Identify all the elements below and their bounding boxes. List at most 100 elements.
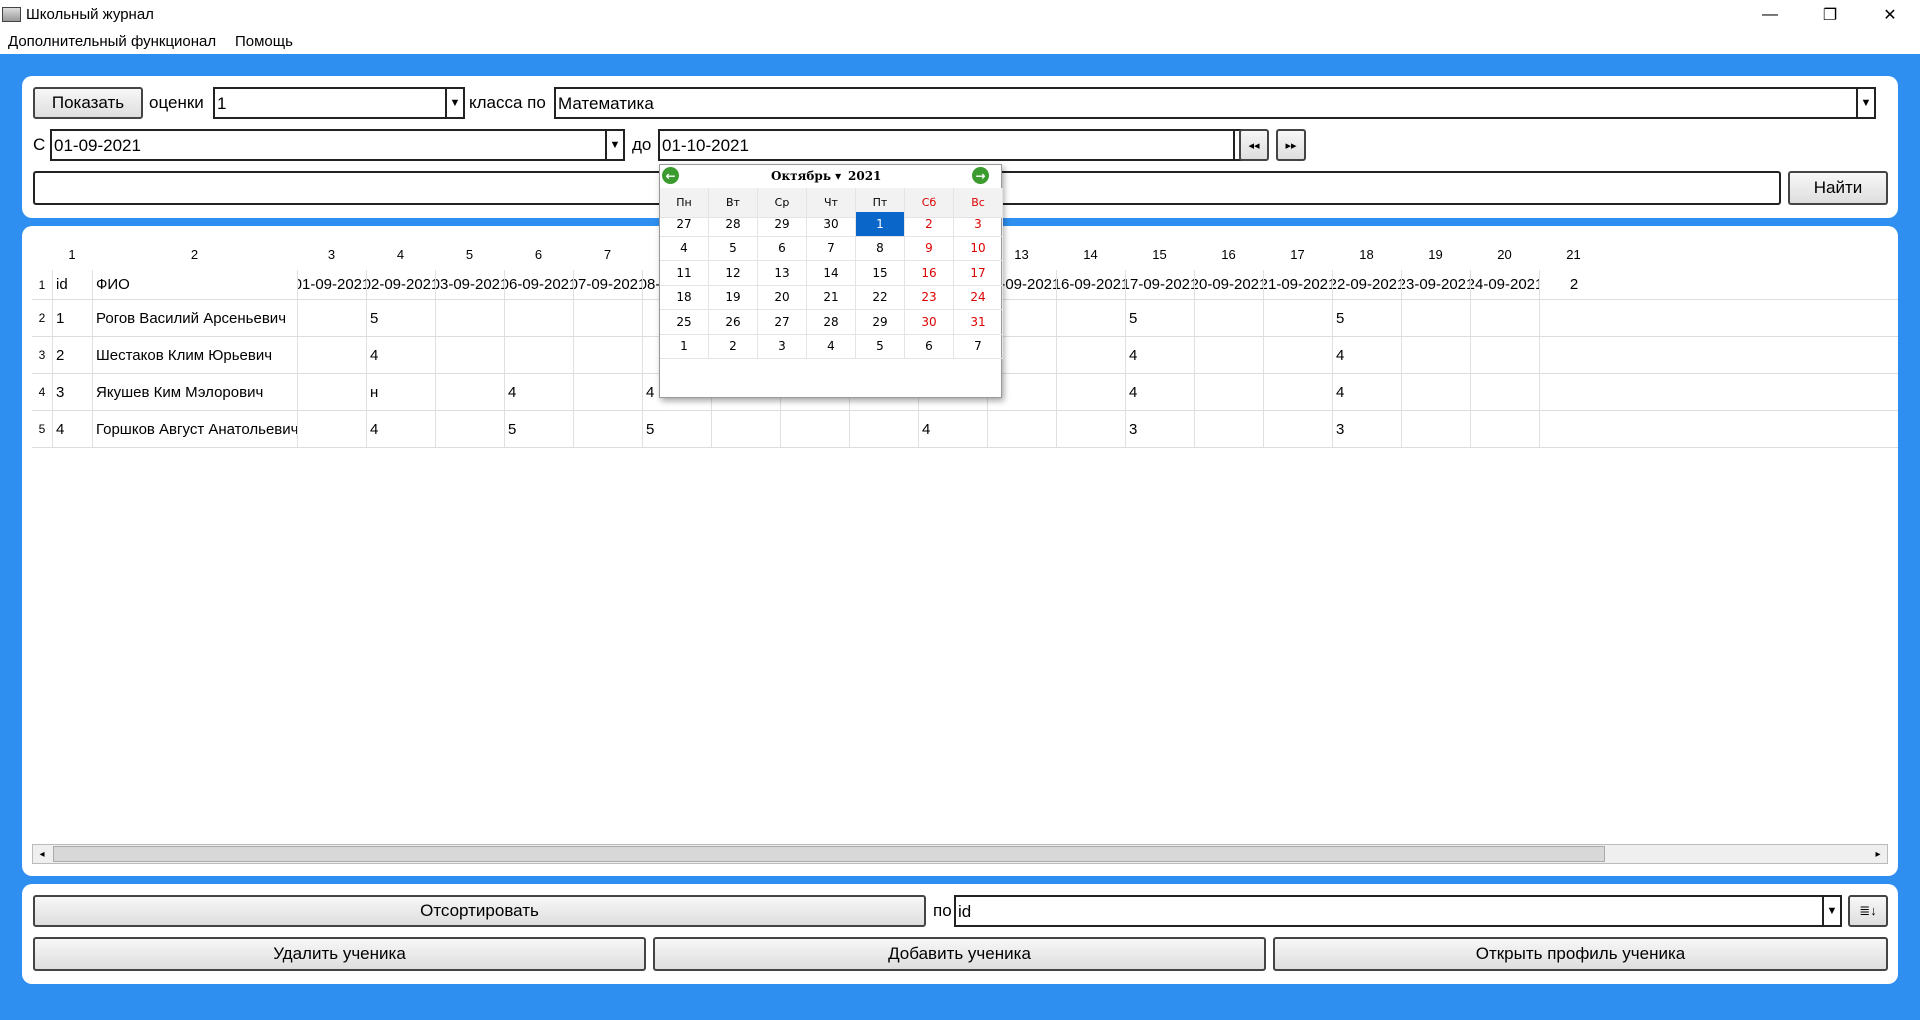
column-index[interactable]: 5 xyxy=(435,238,504,270)
column-index[interactable]: 18 xyxy=(1332,238,1401,270)
column-header[interactable]: 20-09-2021 xyxy=(1194,270,1263,299)
table-cell[interactable]: 5 xyxy=(1125,300,1194,336)
arrow-left-icon[interactable]: ← xyxy=(662,167,679,184)
calendar-day[interactable]: 19 xyxy=(709,285,758,310)
rewind-icon[interactable]: ◂◂ xyxy=(1239,129,1269,161)
table-cell[interactable]: Шестаков Клим Юрьевич xyxy=(92,337,297,373)
column-index[interactable]: 15 xyxy=(1125,238,1194,270)
fast-forward-icon[interactable]: ▸▸ xyxy=(1276,129,1306,161)
table-cell[interactable] xyxy=(1056,411,1125,447)
column-index[interactable]: 7 xyxy=(573,238,642,270)
row-index[interactable]: 3 xyxy=(32,337,52,373)
calendar-day[interactable]: 10 xyxy=(954,236,1003,261)
column-header[interactable]: 22-09-2021 xyxy=(1332,270,1401,299)
chevron-down-icon[interactable]: ▼ xyxy=(1822,897,1840,925)
table-cell[interactable]: 4 xyxy=(1332,337,1401,373)
table-cell[interactable] xyxy=(1401,374,1470,410)
table-cell[interactable] xyxy=(1263,300,1332,336)
minimize-button[interactable]: — xyxy=(1740,0,1800,30)
add-student-button[interactable]: Добавить ученика xyxy=(653,937,1266,971)
table-cell[interactable]: 4 xyxy=(52,411,92,447)
table-cell[interactable] xyxy=(1056,337,1125,373)
calendar-day[interactable]: 26 xyxy=(709,310,758,335)
to-date-combo[interactable]: 01-10-2021 ▼ xyxy=(658,129,1253,161)
table-cell[interactable]: 4 xyxy=(918,411,987,447)
calendar-day[interactable]: 3 xyxy=(954,212,1003,237)
table-cell[interactable] xyxy=(1539,374,1608,410)
table-cell[interactable] xyxy=(573,300,642,336)
row-index[interactable]: 1 xyxy=(32,270,52,299)
column-header[interactable]: 03-09-2021 xyxy=(435,270,504,299)
table-cell[interactable] xyxy=(1539,411,1608,447)
open-profile-button[interactable]: Открыть профиль ученика xyxy=(1273,937,1888,971)
chevron-down-icon[interactable]: ▼ xyxy=(605,131,623,159)
table-cell[interactable]: 4 xyxy=(366,337,435,373)
column-header[interactable]: ФИО xyxy=(92,270,297,299)
table-cell[interactable] xyxy=(987,411,1056,447)
table-cell[interactable]: 4 xyxy=(1332,374,1401,410)
column-header[interactable]: id xyxy=(52,270,92,299)
table-cell[interactable] xyxy=(435,337,504,373)
table-cell[interactable] xyxy=(1401,411,1470,447)
arrow-right-icon[interactable]: → xyxy=(972,167,989,184)
scrollbar-thumb[interactable] xyxy=(53,846,1605,862)
table-cell[interactable] xyxy=(1194,411,1263,447)
column-header[interactable]: 02-09-2021 xyxy=(366,270,435,299)
scroll-right-icon[interactable]: ▸ xyxy=(1869,845,1887,863)
table-cell[interactable] xyxy=(297,337,366,373)
calendar-day[interactable]: 17 xyxy=(954,261,1003,286)
calendar-day[interactable]: 28 xyxy=(807,310,856,335)
sort-button[interactable]: Отсортировать xyxy=(33,895,926,927)
calendar-day[interactable]: 14 xyxy=(807,261,856,286)
calendar-day[interactable]: 1 xyxy=(660,334,709,359)
column-index[interactable]: 21 xyxy=(1539,238,1608,270)
calendar-day[interactable]: 18 xyxy=(660,285,709,310)
sort-field-combo[interactable]: id ▼ xyxy=(954,895,1842,927)
calendar-day[interactable]: 30 xyxy=(905,310,954,335)
column-header[interactable]: 24-09-2021 xyxy=(1470,270,1539,299)
restore-button[interactable]: ❐ xyxy=(1800,0,1860,30)
from-date-combo[interactable]: 01-09-2021 ▼ xyxy=(50,129,625,161)
calendar-day[interactable]: 7 xyxy=(954,334,1003,359)
calendar-day[interactable]: 11 xyxy=(660,261,709,286)
table-cell[interactable] xyxy=(780,411,849,447)
calendar-day[interactable]: 4 xyxy=(807,334,856,359)
table-cell[interactable] xyxy=(1470,411,1539,447)
calendar-day[interactable]: 24 xyxy=(954,285,1003,310)
calendar-day[interactable]: 4 xyxy=(660,236,709,261)
table-cell[interactable]: 3 xyxy=(1332,411,1401,447)
table-cell[interactable] xyxy=(504,300,573,336)
column-index[interactable]: 17 xyxy=(1263,238,1332,270)
table-cell[interactable]: 3 xyxy=(52,374,92,410)
column-index[interactable]: 14 xyxy=(1056,238,1125,270)
table-cell[interactable] xyxy=(849,411,918,447)
calendar-day[interactable]: 13 xyxy=(758,261,807,286)
column-header[interactable]: 16-09-2021 xyxy=(1056,270,1125,299)
table-cell[interactable] xyxy=(1539,300,1608,336)
table-cell[interactable]: Якушев Ким Мэлорович xyxy=(92,374,297,410)
calendar-day[interactable]: 5 xyxy=(856,334,905,359)
chevron-down-icon[interactable]: ▼ xyxy=(445,89,463,117)
calendar-day[interactable]: 2 xyxy=(905,212,954,237)
column-header[interactable]: 07-09-2021 xyxy=(573,270,642,299)
table-cell[interactable]: 4 xyxy=(504,374,573,410)
table-cell[interactable] xyxy=(573,411,642,447)
table-cell[interactable]: 3 xyxy=(1125,411,1194,447)
table-cell[interactable]: 1 xyxy=(52,300,92,336)
column-index[interactable]: 19 xyxy=(1401,238,1470,270)
column-index[interactable]: 2 xyxy=(92,238,297,270)
table-cell[interactable] xyxy=(435,411,504,447)
table-cell[interactable]: 5 xyxy=(366,300,435,336)
calendar-day[interactable]: 27 xyxy=(660,212,709,237)
close-button[interactable]: ✕ xyxy=(1860,0,1920,30)
menu-extra-functions[interactable]: Дополнительный функционал xyxy=(8,33,216,50)
column-index[interactable]: 6 xyxy=(504,238,573,270)
table-cell[interactable] xyxy=(1470,300,1539,336)
table-cell[interactable] xyxy=(1470,337,1539,373)
calendar-day[interactable]: 6 xyxy=(905,334,954,359)
show-button[interactable]: Показать xyxy=(33,87,143,119)
column-index[interactable]: 3 xyxy=(297,238,366,270)
table-cell[interactable] xyxy=(711,411,780,447)
column-header[interactable]: 01-09-2021 xyxy=(297,270,366,299)
grades-combo[interactable]: 1 ▼ xyxy=(213,87,465,119)
